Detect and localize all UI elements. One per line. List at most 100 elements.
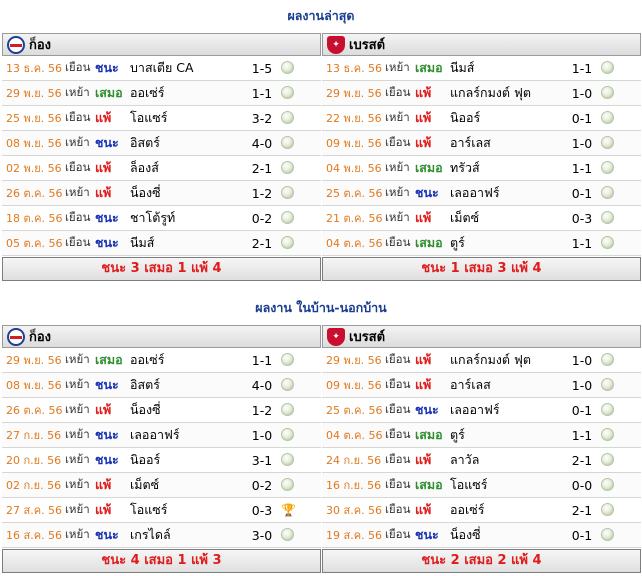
match-score: 1-2 xyxy=(251,402,273,418)
match-opponent[interactable]: ออเซ่ร์ xyxy=(130,350,240,370)
match-opponent[interactable]: เม็ตซ์ xyxy=(450,208,560,228)
match-detail-link[interactable] xyxy=(281,186,295,200)
recent-right-header: ✦ เบรสต์ xyxy=(322,33,641,56)
match-result: ชนะ xyxy=(95,60,119,75)
match-detail-link[interactable] xyxy=(281,61,295,75)
match-opponent[interactable]: น็องซี่ xyxy=(130,183,240,203)
match-detail-link[interactable] xyxy=(601,136,615,150)
match-opponent[interactable]: อิสตร์ xyxy=(130,375,240,395)
match-opponent[interactable]: ออเซ่ร์ xyxy=(450,500,560,520)
match-detail-link[interactable] xyxy=(601,503,615,517)
ball-icon xyxy=(281,211,294,224)
ball-icon xyxy=(601,111,614,124)
match-date: 04 ต.ค. 56 xyxy=(326,237,383,250)
match-opponent[interactable]: ทรัวส์ xyxy=(450,158,560,178)
match-opponent[interactable]: เลออาฟร์ xyxy=(130,425,240,445)
ball-icon xyxy=(601,186,614,199)
match-opponent[interactable]: นิออร์ xyxy=(130,450,240,470)
match-opponent[interactable]: โอแซร์ xyxy=(450,475,560,495)
match-detail-link[interactable] xyxy=(281,353,295,367)
match-score: 0-1 xyxy=(571,527,593,543)
match-detail-link[interactable] xyxy=(601,86,615,100)
match-row: 29 พ.ย. 56 เหย้า เสมอ ออเซ่ร์ 1-1 xyxy=(2,348,321,373)
match-result: แพ้ xyxy=(415,135,432,150)
match-detail-link[interactable] xyxy=(601,353,615,367)
match-detail-link[interactable] xyxy=(601,211,615,225)
match-opponent[interactable]: โอแซร์ xyxy=(130,500,240,520)
ball-icon xyxy=(601,86,614,99)
match-opponent[interactable]: น็องซี่ xyxy=(450,525,560,545)
match-detail-link[interactable] xyxy=(601,428,615,442)
homeaway-left-panel: ก็อง 29 พ.ย. 56 เหย้า เสมอ ออเซ่ร์ 1-1 08 พ.ย… xyxy=(2,325,321,573)
match-venue: เยือน xyxy=(65,235,91,249)
match-detail-link[interactable] xyxy=(281,453,295,467)
match-opponent[interactable]: ล็องส์ xyxy=(130,158,240,178)
match-venue: เหย้า xyxy=(65,452,90,466)
match-detail-link[interactable] xyxy=(281,136,295,150)
match-opponent[interactable]: ลาวัล xyxy=(450,450,560,470)
match-detail-link[interactable] xyxy=(601,236,615,250)
ball-icon xyxy=(601,353,614,366)
match-opponent[interactable]: ตูร์ xyxy=(450,425,560,445)
match-opponent[interactable]: ชาโต้รูท์ xyxy=(130,208,240,228)
match-opponent[interactable]: แกลร์กมงต์ ฟุต xyxy=(450,350,560,370)
ball-icon xyxy=(281,378,294,391)
match-date: 05 ต.ค. 56 xyxy=(6,237,63,250)
match-opponent[interactable]: น็องซี่ xyxy=(130,400,240,420)
match-opponent[interactable]: เม็ตซ์ xyxy=(130,475,240,495)
match-opponent[interactable]: โอแซร์ xyxy=(130,108,240,128)
match-detail-link[interactable] xyxy=(281,528,295,542)
match-opponent[interactable]: บาสเตีย CA xyxy=(130,58,240,78)
caen-logo-icon xyxy=(7,327,25,346)
match-detail-link[interactable] xyxy=(281,111,295,125)
match-detail-link[interactable] xyxy=(601,186,615,200)
match-score: 1-1 xyxy=(571,235,593,251)
match-venue: เหย้า xyxy=(65,85,90,99)
ball-icon xyxy=(601,528,614,541)
match-score: 0-3 xyxy=(571,210,593,226)
ball-icon xyxy=(281,353,294,366)
match-opponent[interactable]: อาร์เลส xyxy=(450,133,560,153)
match-detail-link[interactable] xyxy=(281,211,295,225)
match-detail-link[interactable] xyxy=(601,378,615,392)
recent-left-panel: ก็อง 13 ธ.ค. 56 เยือน ชนะ บาสเตีย CA 1-5 29 พ… xyxy=(2,33,321,281)
match-opponent[interactable]: นีมส์ xyxy=(450,58,560,78)
match-opponent[interactable]: ออเซ่ร์ xyxy=(130,83,240,103)
match-detail-link[interactable] xyxy=(281,403,295,417)
match-detail-link[interactable] xyxy=(281,236,295,250)
match-date: 16 ส.ค. 56 xyxy=(6,529,63,542)
match-detail-link[interactable] xyxy=(281,161,295,175)
match-detail-link[interactable] xyxy=(281,378,295,392)
match-detail-link[interactable]: 🏆 xyxy=(281,503,296,517)
match-result: แพ้ xyxy=(415,452,432,467)
match-venue: เยือน xyxy=(65,210,91,224)
match-venue: เหย้า xyxy=(65,402,90,416)
match-detail-link[interactable] xyxy=(601,403,615,417)
match-opponent[interactable]: เลออาฟร์ xyxy=(450,183,560,203)
match-date: 20 ก.ย. 56 xyxy=(6,454,62,467)
match-detail-link[interactable] xyxy=(601,528,615,542)
match-opponent[interactable]: อิสตร์ xyxy=(130,133,240,153)
match-detail-link[interactable] xyxy=(281,86,295,100)
match-detail-link[interactable] xyxy=(601,61,615,75)
homeaway-right-rows: 29 พ.ย. 56 เยือน แพ้ แกลร์กมงต์ ฟุต 1-0 09 พ.… xyxy=(322,348,641,548)
match-venue: เหย้า xyxy=(65,377,90,391)
match-row: 24 ก.ย. 56 เยือน แพ้ ลาวัล 2-1 xyxy=(322,448,641,473)
match-opponent[interactable]: นิออร์ xyxy=(450,108,560,128)
match-venue: เยือน xyxy=(385,477,411,491)
match-detail-link[interactable] xyxy=(601,161,615,175)
match-detail-link[interactable] xyxy=(601,478,615,492)
match-opponent[interactable]: อาร์เลส xyxy=(450,375,560,395)
match-result: เสมอ xyxy=(415,427,443,442)
match-detail-link[interactable] xyxy=(601,111,615,125)
match-detail-link[interactable] xyxy=(281,428,295,442)
match-detail-link[interactable] xyxy=(281,478,295,492)
match-opponent[interactable]: ตูร์ xyxy=(450,233,560,253)
ball-icon xyxy=(281,478,294,491)
match-opponent[interactable]: เกรไดล์ xyxy=(130,525,240,545)
match-opponent[interactable]: นีมส์ xyxy=(130,233,240,253)
match-opponent[interactable]: เลออาฟร์ xyxy=(450,400,560,420)
match-detail-link[interactable] xyxy=(601,453,615,467)
match-opponent[interactable]: แกลร์กมงต์ ฟุต xyxy=(450,83,560,103)
match-score: 1-2 xyxy=(251,185,273,201)
